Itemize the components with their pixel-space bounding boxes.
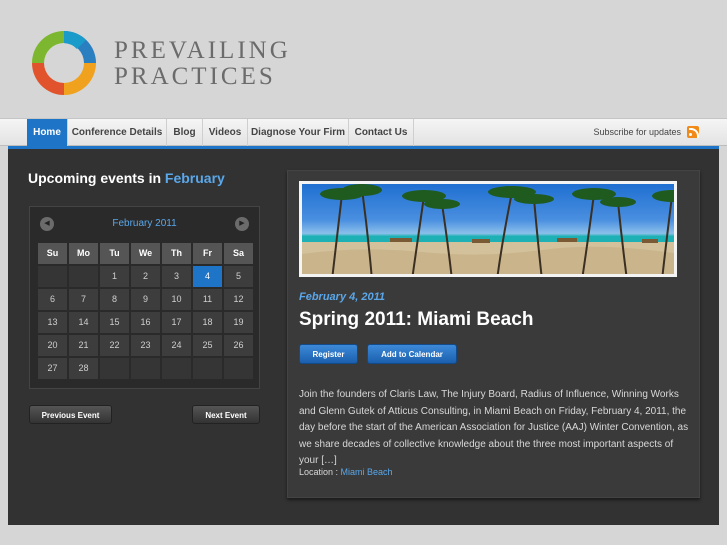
calendar-day[interactable]: 21 xyxy=(69,335,98,356)
logo-icon[interactable] xyxy=(28,27,100,99)
calendar-day[interactable]: 12 xyxy=(224,289,253,310)
event-description: Join the founders of Claris Law, The Inj… xyxy=(299,389,689,466)
nav-blog[interactable]: Blog xyxy=(167,119,203,146)
calendar-day[interactable]: 5 xyxy=(224,266,253,287)
weekday-header: Sa xyxy=(224,243,253,264)
add-to-calendar-button[interactable]: Add to Calendar xyxy=(367,344,457,364)
calendar-day[interactable]: 28 xyxy=(69,358,98,379)
calendar-day[interactable]: 19 xyxy=(224,312,253,333)
site-header: PREVAILING PRACTICES xyxy=(0,0,727,118)
events-heading-prefix: Upcoming events in xyxy=(28,170,162,186)
subscribe-link[interactable]: Subscribe for updates xyxy=(593,119,681,146)
event-title[interactable]: Spring 2011: Miami Beach xyxy=(299,309,533,331)
calendar-day[interactable]: 2 xyxy=(131,266,160,287)
calendar-day[interactable]: 23 xyxy=(131,335,160,356)
weekday-header: Su xyxy=(38,243,67,264)
nav-contact-us[interactable]: Contact Us xyxy=(349,119,414,146)
nav-home[interactable]: Home xyxy=(27,119,68,146)
calendar-day[interactable]: 16 xyxy=(131,312,160,333)
calendar-day[interactable]: 22 xyxy=(100,335,129,356)
calendar-day[interactable]: 27 xyxy=(38,358,67,379)
calendar-title: February 2011 xyxy=(112,218,177,229)
brand-line-1: PREVAILING xyxy=(114,37,291,64)
calendar-empty-cell xyxy=(69,266,98,287)
weekday-header: We xyxy=(131,243,160,264)
events-heading: Upcoming events in February xyxy=(28,170,225,186)
calendar-day[interactable]: 9 xyxy=(131,289,160,310)
rss-icon[interactable] xyxy=(687,126,699,138)
calendar-day[interactable]: 15 xyxy=(100,312,129,333)
brand-line-2: PRACTICES xyxy=(114,63,276,90)
nav-diagnose-your-firm[interactable]: Diagnose Your Firm xyxy=(248,119,349,146)
calendar-day[interactable]: 11 xyxy=(193,289,222,310)
nav-conference-details[interactable]: Conference Details xyxy=(68,119,167,146)
calendar-day[interactable]: 10 xyxy=(162,289,191,310)
calendar-day[interactable]: 4 xyxy=(193,266,222,287)
beach-photo-illustration xyxy=(302,184,674,274)
brand-wordmark[interactable]: PREVAILING PRACTICES xyxy=(114,38,291,90)
calendar-day[interactable]: 8 xyxy=(100,289,129,310)
event-location: Location : Miami Beach xyxy=(299,467,393,477)
calendar-day[interactable]: 3 xyxy=(162,266,191,287)
calendar-empty-cell xyxy=(193,358,222,379)
calendar-day[interactable]: 20 xyxy=(38,335,67,356)
calendar-empty-cell xyxy=(38,266,67,287)
next-event-button[interactable]: Next Event xyxy=(192,405,260,424)
event-calendar: ◀ February 2011 ▶ Su Mo Tu We Th Fr Sa 1 2 3 4 5 6 7 8… xyxy=(29,206,260,389)
calendar-day[interactable]: 1 xyxy=(100,266,129,287)
calendar-day[interactable]: 6 xyxy=(38,289,67,310)
main-content: Upcoming events in February ◀ February 2… xyxy=(8,146,719,525)
calendar-day[interactable]: 24 xyxy=(162,335,191,356)
weekday-header: Fr xyxy=(193,243,222,264)
event-date: February 4, 2011 xyxy=(299,291,386,303)
calendar-day[interactable]: 18 xyxy=(193,312,222,333)
calendar-day[interactable]: 25 xyxy=(193,335,222,356)
weekday-header: Mo xyxy=(69,243,98,264)
events-heading-month: February xyxy=(164,170,225,186)
event-card: February 4, 2011 Spring 2011: Miami Beac… xyxy=(287,170,700,498)
location-link[interactable]: Miami Beach xyxy=(341,467,393,477)
main-nav: Home Conference Details Blog Videos Diag… xyxy=(0,118,727,146)
location-label: Location : xyxy=(299,467,339,477)
calendar-day[interactable]: 26 xyxy=(224,335,253,356)
calendar-day[interactable]: 17 xyxy=(162,312,191,333)
calendar-day[interactable]: 14 xyxy=(69,312,98,333)
nav-videos[interactable]: Videos xyxy=(203,119,248,146)
event-photo[interactable] xyxy=(299,181,677,277)
register-button[interactable]: Register xyxy=(299,344,358,364)
calendar-empty-cell xyxy=(100,358,129,379)
weekday-header: Th xyxy=(162,243,191,264)
calendar-empty-cell xyxy=(162,358,191,379)
previous-event-button[interactable]: Previous Event xyxy=(29,405,112,424)
calendar-empty-cell xyxy=(131,358,160,379)
weekday-header: Tu xyxy=(100,243,129,264)
calendar-empty-cell xyxy=(224,358,253,379)
calendar-day[interactable]: 13 xyxy=(38,312,67,333)
chevron-right-icon[interactable]: ▶ xyxy=(235,217,249,231)
calendar-day[interactable]: 7 xyxy=(69,289,98,310)
